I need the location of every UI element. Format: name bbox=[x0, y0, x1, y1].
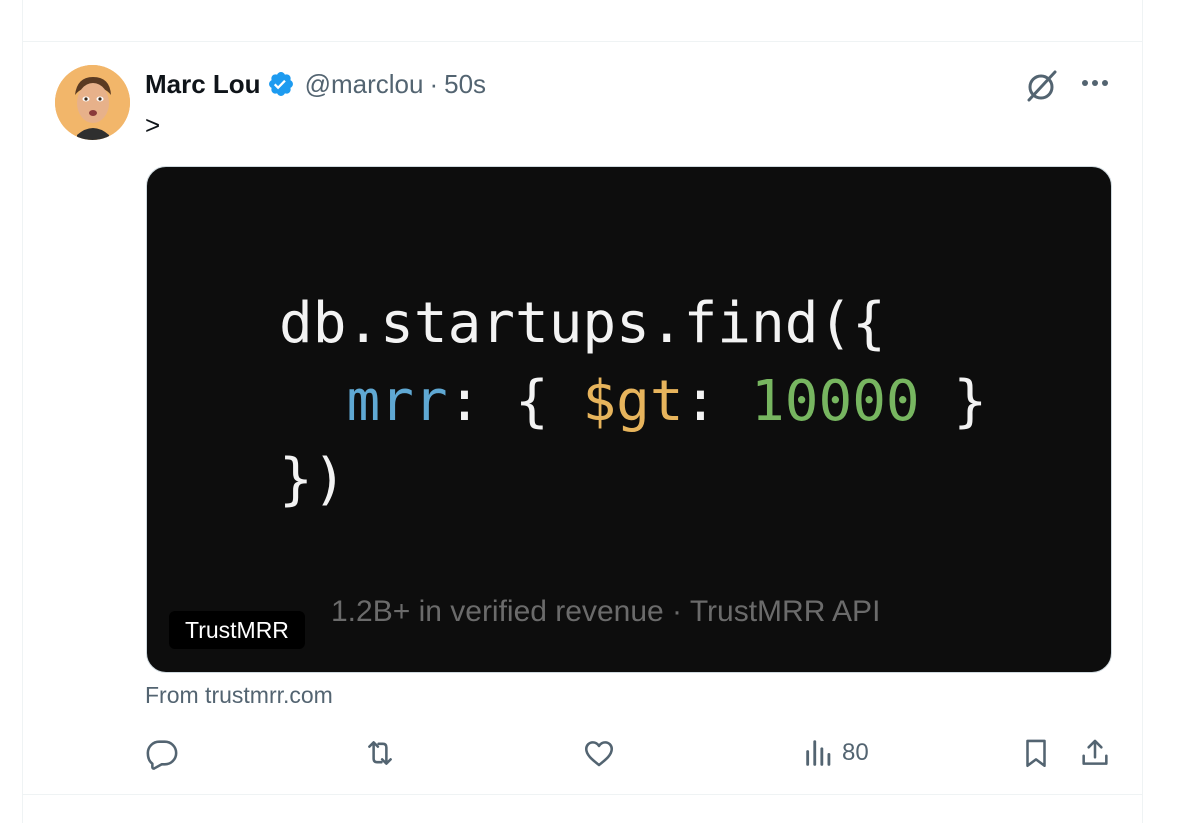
like-button[interactable] bbox=[582, 733, 616, 773]
views-chart-icon bbox=[806, 740, 831, 766]
bookmark-icon bbox=[1026, 739, 1046, 768]
heart-icon bbox=[584, 741, 614, 767]
post-timestamp[interactable]: 50s bbox=[444, 69, 486, 100]
avatar[interactable] bbox=[55, 65, 130, 140]
code-colon-2: : bbox=[683, 369, 752, 434]
code-line-1: db.startups.find({ bbox=[279, 291, 886, 356]
post-divider-top bbox=[22, 41, 1143, 42]
column-border-right bbox=[1142, 0, 1143, 823]
views-button[interactable]: 80 bbox=[802, 733, 869, 773]
card-footer-text: 1.2B+ in verified revenue · TrustMRR API bbox=[331, 595, 881, 628]
code-snippet: db.startups.find({ mrr: { $gt: 10000 } }… bbox=[279, 285, 987, 519]
link-card[interactable]: db.startups.find({ mrr: { $gt: 10000 } }… bbox=[146, 166, 1112, 673]
bookmark-button[interactable] bbox=[1019, 733, 1053, 773]
more-options-icon[interactable] bbox=[1076, 68, 1114, 98]
author-name[interactable]: Marc Lou bbox=[145, 69, 261, 100]
author-handle[interactable]: @marclou bbox=[305, 69, 424, 100]
repost-icon bbox=[368, 741, 392, 765]
card-source-link[interactable]: From trustmrr.com bbox=[145, 682, 333, 709]
repost-button[interactable] bbox=[363, 733, 397, 773]
code-key: mrr bbox=[346, 369, 448, 434]
share-button[interactable] bbox=[1078, 733, 1112, 773]
column-border-left bbox=[22, 0, 23, 823]
code-line-3: }) bbox=[279, 447, 347, 512]
post-header: Marc Lou @marclou · 50s bbox=[145, 66, 486, 102]
post-divider-bottom bbox=[22, 794, 1143, 795]
post-text: > bbox=[145, 110, 161, 140]
reply-button[interactable] bbox=[145, 733, 179, 773]
code-operator: $gt bbox=[582, 369, 684, 434]
reply-icon bbox=[146, 740, 178, 770]
verified-badge-icon[interactable] bbox=[267, 70, 295, 98]
share-icon bbox=[1082, 739, 1108, 765]
code-close: } bbox=[919, 369, 988, 434]
meta-separator: · bbox=[429, 68, 439, 99]
views-count: 80 bbox=[842, 739, 869, 766]
grok-icon[interactable] bbox=[1022, 66, 1062, 106]
card-site-label: TrustMRR bbox=[169, 611, 305, 649]
code-colon: : { bbox=[447, 369, 583, 434]
code-value: 10000 bbox=[751, 369, 920, 434]
